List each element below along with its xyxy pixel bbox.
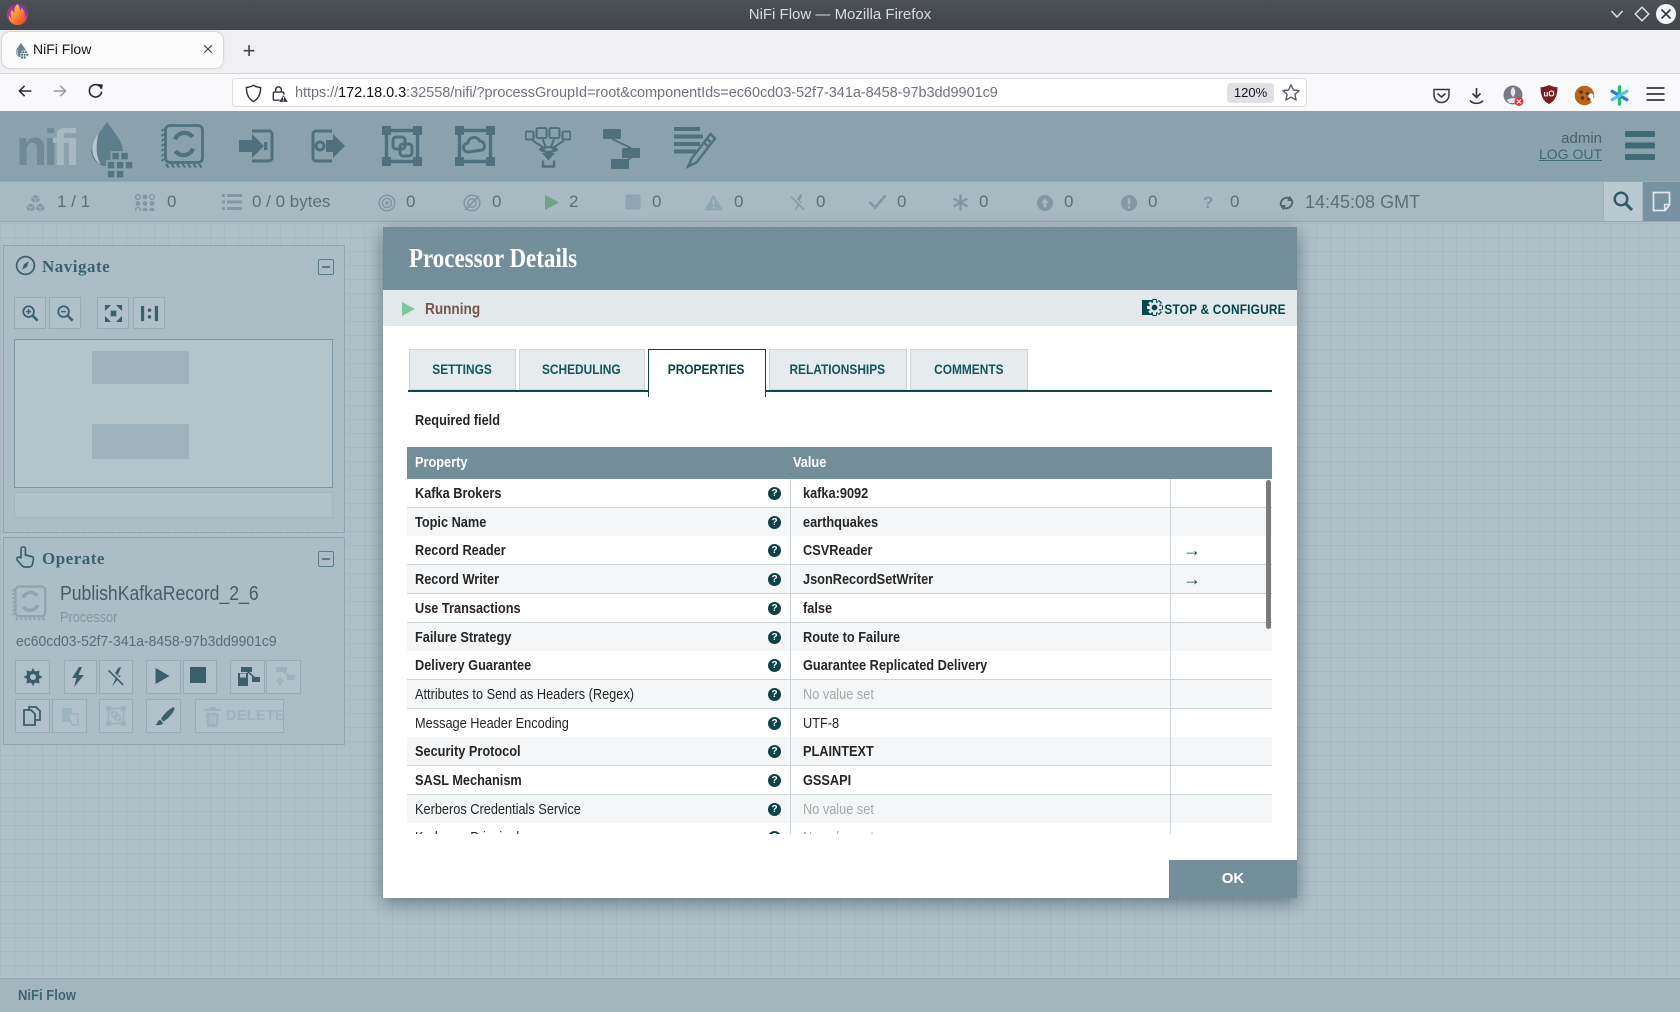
svg-text:?: ? — [1203, 194, 1213, 211]
svg-text:uO: uO — [1543, 90, 1554, 99]
